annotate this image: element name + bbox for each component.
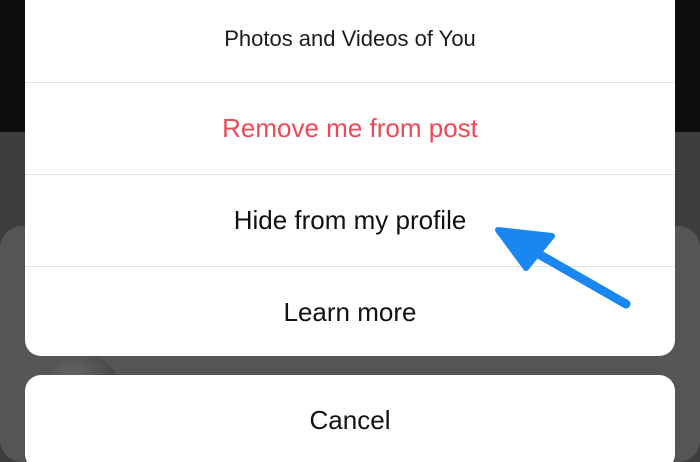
arrow-icon bbox=[495, 227, 631, 309]
remove-me-from-post-button[interactable]: Remove me from post bbox=[25, 83, 675, 175]
cancel-button[interactable]: Cancel bbox=[25, 375, 675, 462]
action-sheet-title: Photos and Videos of You bbox=[25, 0, 675, 83]
screen: Photos and Videos of You Remove me from … bbox=[0, 0, 700, 462]
